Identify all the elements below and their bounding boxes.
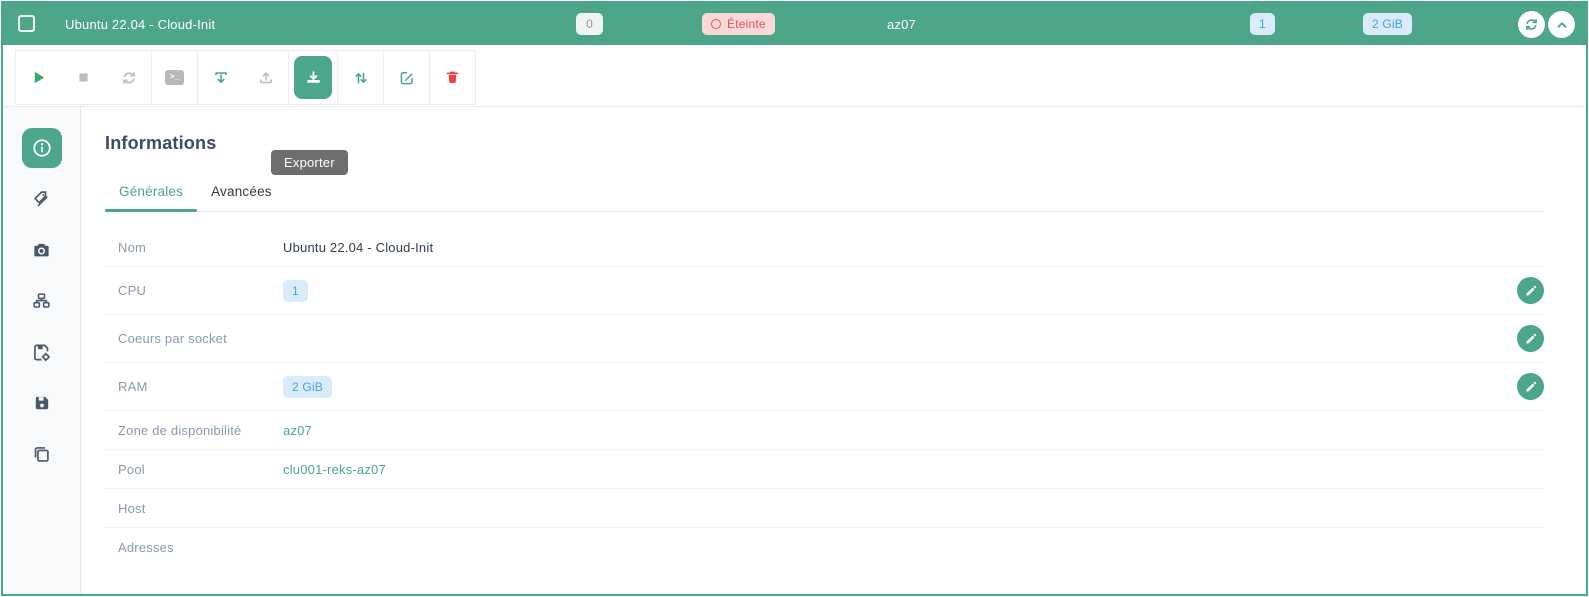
edit-group [383, 51, 429, 104]
cpu-value-badge: 1 [283, 280, 308, 302]
refresh-button[interactable] [1518, 11, 1545, 38]
edit-ram-button[interactable] [1517, 373, 1544, 400]
row-label: Pool [118, 462, 283, 477]
row-label: Zone de disponibilité [118, 423, 283, 438]
info-rows: Nom Ubuntu 22.04 - Cloud-Init CPU 1 [105, 228, 1544, 567]
export-group [288, 51, 337, 104]
info-tabs: Générales Avancées [105, 178, 1544, 212]
sidebar-item-clone[interactable] [22, 434, 62, 474]
chevron-up-icon [1555, 18, 1569, 32]
restart-vm-button[interactable] [106, 51, 151, 104]
info-icon [32, 138, 52, 158]
row-cpu: CPU 1 [105, 267, 1544, 315]
delete-vm-button[interactable] [430, 51, 475, 104]
export-icon [294, 56, 332, 99]
pencil-icon [1525, 285, 1537, 297]
power-group [16, 51, 151, 104]
ram-badge: 2 GiB [1363, 13, 1412, 35]
tab-avancees[interactable]: Avancées [197, 178, 286, 211]
network-icon [32, 292, 51, 311]
row-label: RAM [118, 379, 283, 394]
row-ram: RAM 2 GiB [105, 363, 1544, 411]
edit-vm-button[interactable] [384, 51, 429, 104]
status-label: Éteinte [727, 16, 766, 32]
cpu-count-badge: 1 [1250, 13, 1275, 35]
zone-label: az07 [887, 17, 916, 32]
row-host: Host [105, 489, 1544, 528]
delete-group [429, 51, 475, 104]
tags-icon [32, 190, 51, 209]
row-adresses: Adresses [105, 528, 1544, 567]
import-icon [213, 70, 229, 86]
row-label: Coeurs par socket [118, 331, 283, 346]
collapse-button[interactable] [1548, 11, 1575, 38]
edit-cores-button[interactable] [1517, 325, 1544, 352]
vm-title: Ubuntu 22.04 - Cloud-Init [65, 17, 215, 32]
row-pool: Pool clu001-reks-az07 [105, 450, 1544, 489]
page-body: Informations Générales Avancées Nom Ubun… [3, 107, 1586, 596]
row-zone: Zone de disponibilité az07 [105, 411, 1544, 450]
trash-icon [445, 70, 460, 85]
row-label: Host [118, 501, 283, 516]
file-config-icon [32, 343, 51, 362]
edit-cpu-button[interactable] [1517, 277, 1544, 304]
edit-icon [399, 70, 415, 86]
row-label: Nom [118, 240, 283, 255]
restart-icon [121, 70, 137, 86]
save-icon [33, 394, 51, 412]
sidebar-item-informations[interactable] [22, 128, 62, 168]
import-button[interactable] [198, 51, 243, 104]
console-icon: >_ [165, 70, 184, 85]
play-icon [31, 70, 46, 85]
migrate-icon [353, 70, 369, 86]
start-vm-button[interactable] [16, 51, 61, 104]
row-label: CPU [118, 283, 283, 298]
migrate-group [337, 51, 383, 104]
upload-button[interactable] [243, 51, 288, 104]
zone-link[interactable]: az07 [283, 423, 312, 438]
snapshot-count-badge: 0 [576, 13, 603, 35]
tab-generales[interactable]: Générales [105, 178, 197, 211]
vm-header-bar: Ubuntu 22.04 - Cloud-Init 0 Éteinte az07… [3, 3, 1586, 45]
sidebar-item-backup[interactable] [22, 383, 62, 423]
row-value: clu001-reks-az07 [283, 462, 1544, 477]
row-nom: Nom Ubuntu 22.04 - Cloud-Init [105, 228, 1544, 267]
migrate-button[interactable] [338, 51, 383, 104]
sidebar-item-network[interactable] [22, 281, 62, 321]
open-console-button[interactable]: >_ [152, 51, 197, 104]
ram-value-badge: 2 GiB [283, 376, 332, 398]
row-value: az07 [283, 423, 1544, 438]
copy-icon [32, 445, 51, 464]
power-off-icon [711, 19, 721, 29]
status-badge: Éteinte [702, 13, 775, 35]
export-button[interactable] [289, 51, 337, 104]
refresh-icon [1524, 17, 1539, 32]
sidebar-item-snapshots[interactable] [22, 230, 62, 270]
vm-sidebar [3, 107, 81, 596]
stop-vm-button[interactable] [61, 51, 106, 104]
console-group: >_ [151, 51, 197, 104]
sidebar-item-cloud-init[interactable] [22, 332, 62, 372]
informations-panel: Informations Générales Avancées Nom Ubun… [81, 107, 1586, 596]
pool-link[interactable]: clu001-reks-az07 [283, 462, 386, 477]
upload-icon [258, 70, 274, 86]
row-coeurs-par-socket: Coeurs par socket [105, 315, 1544, 363]
row-value: Ubuntu 22.04 - Cloud-Init [283, 240, 1544, 255]
vm-select-checkbox[interactable] [18, 15, 35, 32]
transfer-group [197, 51, 288, 104]
vm-action-toolbar: >_ [15, 50, 476, 105]
toolbar-row: >_ [3, 45, 1586, 107]
pencil-icon [1525, 333, 1537, 345]
snapshot-camera-icon [32, 241, 51, 260]
pencil-icon [1525, 381, 1537, 393]
export-tooltip: Exporter [271, 150, 348, 175]
stop-icon [77, 71, 90, 84]
row-value: 1 [283, 280, 1517, 302]
vm-detail-page: Ubuntu 22.04 - Cloud-Init 0 Éteinte az07… [1, 1, 1588, 596]
sidebar-item-tags[interactable] [22, 179, 62, 219]
row-value: 2 GiB [283, 376, 1517, 398]
row-label: Adresses [118, 540, 283, 555]
